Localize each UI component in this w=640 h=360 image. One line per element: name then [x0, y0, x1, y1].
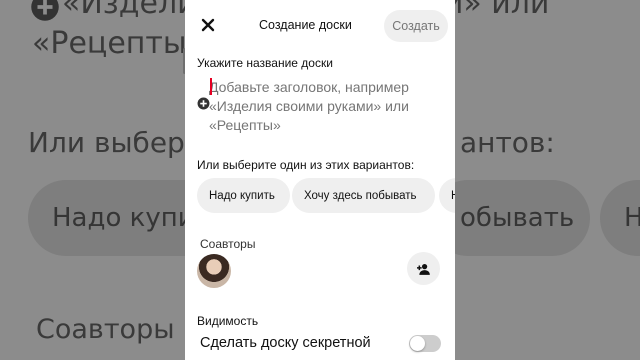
placeholder-line-2: «Изделия своими руками» или: [209, 98, 409, 114]
bg-chip-right-label: обывать: [460, 203, 575, 233]
suggestion-chip[interactable]: Надо купить: [197, 178, 290, 213]
header: Создание доски Создать: [185, 0, 455, 50]
toggle-knob: [410, 336, 425, 351]
close-icon: [201, 18, 215, 32]
bg-text-choose: Или выбери: [28, 126, 204, 159]
avatar[interactable]: [197, 254, 231, 288]
bg-chip-left-label: Надо купи: [52, 203, 195, 233]
create-board-sheet: Создание доски Создать Укажите название …: [185, 0, 455, 360]
plus-circle-icon: [197, 97, 210, 110]
coauthors-label: Соавторы: [200, 237, 256, 251]
bg-text-coauthors: Соавторы: [36, 314, 175, 345]
placeholder-line-1: Добавьте заголовок, например: [209, 79, 409, 95]
visibility-label: Видимость: [197, 314, 259, 328]
bg-chip-far-right-label: Н: [624, 203, 640, 233]
board-name-input[interactable]: Добавьте заголовок, например «Изделия св…: [209, 78, 443, 136]
plus-circle-icon: [31, 0, 59, 21]
suggestion-chip[interactable]: Хочу здесь побывать: [292, 178, 435, 213]
placeholder-line-3: «Рецепты»: [209, 117, 281, 133]
suggestions-label: Или выберите один из этих вариантов:: [197, 158, 415, 172]
bg-chip-far-right: Н: [600, 180, 640, 256]
add-coauthor-button[interactable]: [407, 252, 440, 285]
bg-text-choose-right: антов:: [460, 126, 555, 159]
board-name-label: Укажите название доски: [197, 56, 333, 70]
secret-board-toggle[interactable]: [409, 335, 441, 352]
add-person-icon: [416, 263, 430, 275]
create-button[interactable]: Создать: [384, 10, 448, 42]
secret-board-label: Сделать доску секретной: [200, 335, 371, 351]
suggestion-chip[interactable]: Н: [439, 178, 455, 213]
page-title: Создание доски: [259, 18, 352, 32]
text-caret: [210, 78, 212, 95]
close-button[interactable]: [197, 14, 219, 36]
bg-text-line2: «Рецепты»: [32, 26, 205, 61]
suggestion-chips: Надо купить Хочу здесь побывать Н: [197, 178, 455, 213]
